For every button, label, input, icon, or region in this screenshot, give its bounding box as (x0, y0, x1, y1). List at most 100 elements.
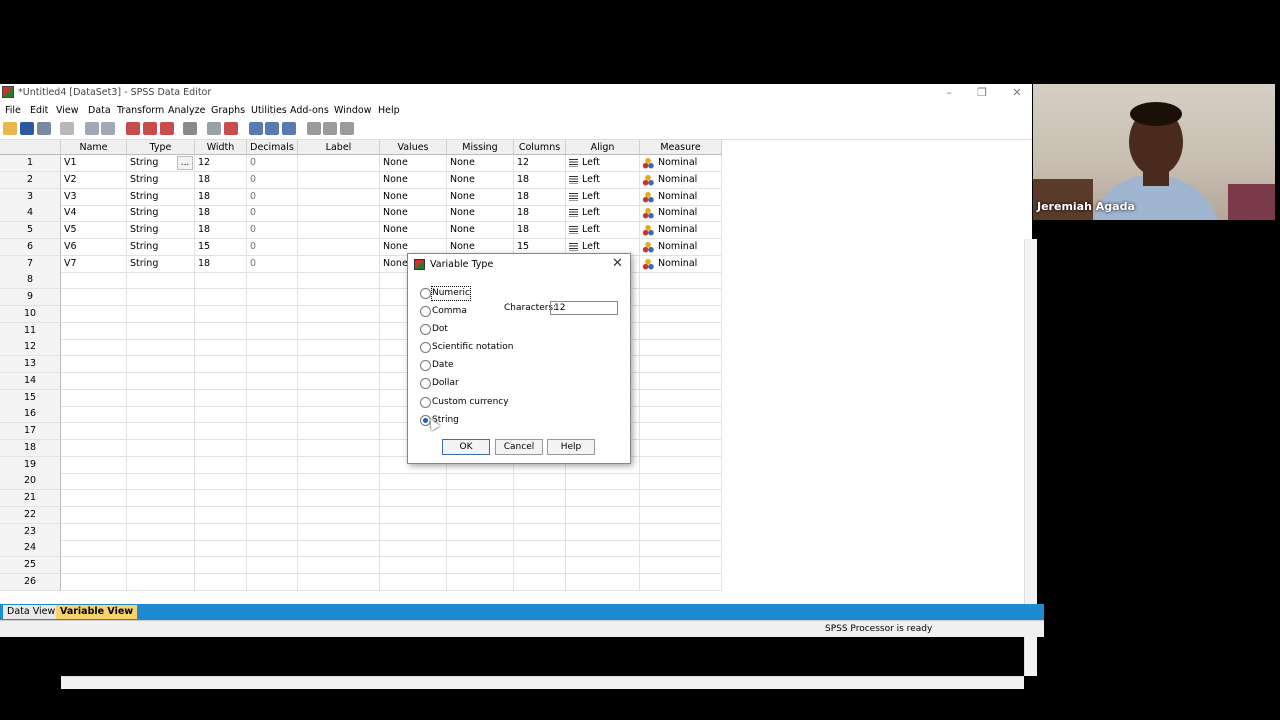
menu-utilities[interactable]: Utilities (251, 105, 287, 116)
empty-cell[interactable] (61, 339, 127, 357)
empty-cell[interactable] (247, 272, 298, 290)
cell-measure[interactable]: Nominal (640, 205, 722, 223)
header-values[interactable]: Values (380, 140, 447, 155)
empty-cell[interactable] (195, 506, 247, 524)
cell-align[interactable]: Left (566, 222, 640, 239)
empty-cell[interactable] (514, 557, 566, 574)
empty-cell[interactable] (195, 473, 247, 491)
empty-cell[interactable] (640, 557, 722, 574)
cell-values[interactable]: None (380, 222, 447, 239)
empty-cell[interactable] (514, 540, 566, 558)
cell-values[interactable]: None (380, 205, 447, 223)
empty-cell[interactable] (298, 406, 380, 424)
row-number[interactable]: 7 (0, 255, 61, 273)
dialog-close-icon[interactable]: ✕ (612, 256, 623, 271)
print-icon[interactable] (37, 122, 51, 135)
row-number[interactable]: 24 (0, 540, 61, 558)
save-icon[interactable] (20, 122, 34, 135)
empty-cell[interactable] (298, 490, 380, 507)
cell-measure[interactable]: Nominal (640, 188, 722, 206)
empty-cell[interactable] (380, 540, 447, 558)
cell-type[interactable]: String (127, 222, 195, 239)
radio-button[interactable] (420, 360, 431, 371)
empty-cell[interactable] (247, 490, 298, 507)
cell-missing[interactable]: None (447, 155, 514, 172)
empty-cell[interactable] (380, 523, 447, 541)
cell-columns[interactable]: 18 (514, 171, 566, 189)
radio-button[interactable] (420, 342, 431, 353)
empty-cell[interactable] (298, 423, 380, 440)
empty-cell[interactable] (127, 389, 195, 407)
cell-name[interactable]: V3 (61, 188, 127, 206)
empty-cell[interactable] (640, 322, 722, 340)
empty-cell[interactable] (514, 506, 566, 524)
cell-name[interactable]: V4 (61, 205, 127, 223)
empty-cell[interactable] (195, 490, 247, 507)
row-number[interactable]: 14 (0, 372, 61, 390)
cell-type[interactable]: String (127, 238, 195, 256)
cell-decimals[interactable]: 0 (247, 155, 298, 172)
empty-cell[interactable] (61, 523, 127, 541)
menu-analyze[interactable]: Analyze (168, 105, 205, 116)
empty-cell[interactable] (566, 557, 640, 574)
cell-type[interactable]: String (127, 171, 195, 189)
empty-cell[interactable] (61, 456, 127, 474)
header-missing[interactable]: Missing (447, 140, 514, 155)
empty-cell[interactable] (447, 573, 514, 591)
empty-cell[interactable] (61, 322, 127, 340)
empty-cell[interactable] (298, 272, 380, 290)
goto-variable-icon[interactable] (143, 122, 157, 135)
cell-type[interactable]: String (127, 255, 195, 273)
row-number[interactable]: 12 (0, 339, 61, 357)
header-measure[interactable]: Measure (640, 140, 722, 155)
empty-cell[interactable] (640, 439, 722, 457)
cell-name[interactable]: V2 (61, 171, 127, 189)
empty-cell[interactable] (298, 473, 380, 491)
cell-measure[interactable]: Nominal (640, 255, 722, 273)
empty-cell[interactable] (380, 557, 447, 574)
cell-measure[interactable]: Nominal (640, 155, 722, 172)
empty-cell[interactable] (514, 490, 566, 507)
empty-cell[interactable] (298, 523, 380, 541)
empty-cell[interactable] (247, 423, 298, 440)
empty-cell[interactable] (514, 573, 566, 591)
empty-cell[interactable] (247, 573, 298, 591)
empty-cell[interactable] (127, 322, 195, 340)
cell-label[interactable] (298, 171, 380, 189)
empty-cell[interactable] (298, 356, 380, 373)
radio-button[interactable] (420, 378, 431, 389)
empty-cell[interactable] (298, 305, 380, 323)
empty-cell[interactable] (61, 490, 127, 507)
empty-cell[interactable] (127, 540, 195, 558)
row-number[interactable]: 16 (0, 406, 61, 424)
empty-cell[interactable] (61, 573, 127, 591)
cell-type[interactable]: String (127, 188, 195, 206)
empty-cell[interactable] (61, 423, 127, 440)
cell-decimals[interactable]: 0 (247, 205, 298, 223)
row-number[interactable]: 8 (0, 272, 61, 290)
cell-align[interactable]: Left (566, 188, 640, 206)
cell-values[interactable]: None (380, 188, 447, 206)
use-sets-icon[interactable] (323, 122, 337, 135)
header-decimals[interactable]: Decimals (247, 140, 298, 155)
radio-button[interactable] (420, 397, 431, 408)
row-number[interactable]: 20 (0, 473, 61, 491)
header-type[interactable]: Type (127, 140, 195, 155)
undo-icon[interactable] (85, 122, 99, 135)
find-icon[interactable] (183, 122, 197, 135)
empty-cell[interactable] (380, 490, 447, 507)
header-name[interactable]: Name (61, 140, 127, 155)
empty-cell[interactable] (640, 305, 722, 323)
empty-cell[interactable] (298, 439, 380, 457)
empty-cell[interactable] (640, 540, 722, 558)
cell-measure[interactable]: Nominal (640, 238, 722, 256)
menu-edit[interactable]: Edit (30, 105, 48, 116)
cell-width[interactable]: 12 (195, 155, 247, 172)
empty-cell[interactable] (195, 423, 247, 440)
empty-cell[interactable] (380, 506, 447, 524)
value-labels-icon[interactable] (307, 122, 321, 135)
empty-cell[interactable] (447, 473, 514, 491)
empty-cell[interactable] (566, 573, 640, 591)
empty-cell[interactable] (195, 439, 247, 457)
row-number[interactable]: 4 (0, 205, 61, 223)
